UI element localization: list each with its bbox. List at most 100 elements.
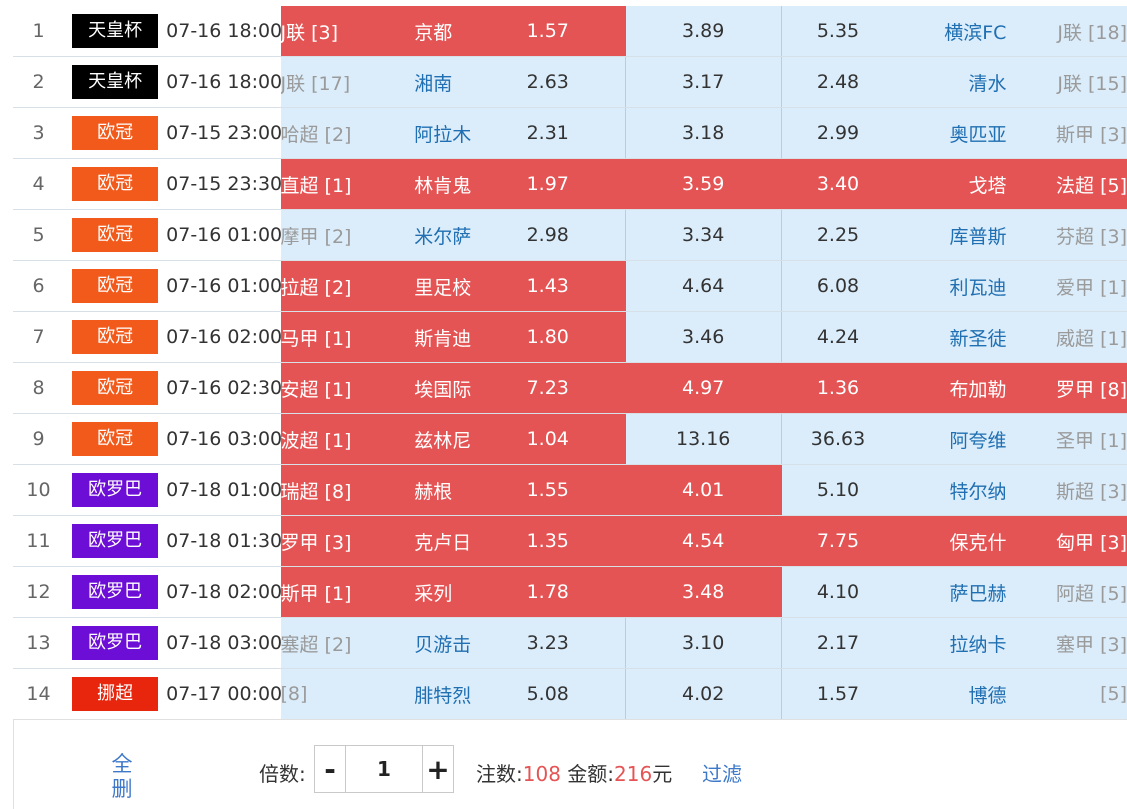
league-cell: 欧冠 (64, 260, 167, 312)
league-cell: 欧罗巴 (64, 566, 167, 618)
home-rank: J联 [17] (280, 56, 415, 108)
match-row: 10 欧罗巴 07-18 01:00 瑞超 [8] 赫根 1.55 4.01 5.10 特尔纳斯… (13, 464, 1127, 516)
win-odds-option[interactable]: 1.80 (526, 311, 626, 363)
draw-odds-option[interactable]: 3.46 (625, 311, 782, 363)
league-cell: 欧冠 (64, 209, 167, 261)
match-row: 14 挪超 07-17 00:00 [8] 腓特烈 5.08 4.02 1.57 博德 [5] (13, 668, 1127, 720)
away-team: 新圣徒 (894, 311, 1007, 363)
win-odds-option[interactable]: 1.97 (526, 158, 626, 210)
draw-odds-option[interactable]: 13.16 (625, 413, 782, 465)
filter-link[interactable]: 过滤 (702, 758, 742, 787)
multiplier-label: 倍数: (259, 762, 306, 786)
amount-label: 金额: (567, 762, 615, 786)
lose-odds-option[interactable]: 3.40 (781, 158, 895, 210)
away-rank: 斯超 [3] (1006, 464, 1127, 516)
away-team: 博德 (894, 668, 1007, 720)
win-odds-option[interactable]: 1.57 (526, 6, 626, 57)
decrease-button[interactable]: - (315, 746, 346, 792)
win-odds-option[interactable]: 5.08 (526, 668, 626, 720)
league-badge: 欧罗巴 (72, 575, 159, 609)
win-odds-option[interactable]: 1.43 (526, 260, 626, 312)
draw-odds-option[interactable]: 4.01 (625, 464, 782, 516)
match-row: 2 天皇杯 07-16 18:00 J联 [17] 湘南 2.63 3.17 2.48 清水 J联… (13, 56, 1127, 108)
away-rank: 威超 [1] (1006, 311, 1127, 363)
home-team: 采列 (414, 566, 527, 618)
lose-odds-option[interactable]: 2.99 (781, 107, 895, 159)
lose-odds-option[interactable]: 1.36 (781, 362, 895, 414)
draw-odds-option[interactable]: 3.18 (625, 107, 782, 159)
match-time: 07-16 01:00 (166, 260, 281, 312)
win-odds-option[interactable]: 3.23 (526, 617, 626, 669)
lose-odds-option[interactable]: 2.48 (781, 56, 895, 108)
away-rank: 塞甲 [3] (1006, 617, 1127, 669)
draw-odds-option[interactable]: 4.97 (625, 362, 782, 414)
draw-odds-option[interactable]: 4.64 (625, 260, 782, 312)
match-time: 07-17 00:00 (166, 668, 281, 720)
lose-odds-option[interactable]: 5.10 (781, 464, 895, 516)
home-rank: 斯甲 [1] (280, 566, 415, 618)
row-index: 6 (13, 260, 65, 312)
lose-odds-option[interactable]: 4.10 (781, 566, 895, 618)
match-row: 6 欧冠 07-16 01:00 拉超 [2] 里足校 1.43 4.64 6.08 利瓦迪 爱甲… (13, 260, 1127, 312)
away-rank: 阿超 [5] (1006, 566, 1127, 618)
home-rank: 波超 [1] (280, 413, 415, 465)
draw-odds-option[interactable]: 3.48 (625, 566, 782, 618)
draw-odds-option[interactable]: 3.89 (625, 6, 782, 57)
lose-odds-option[interactable]: 1.57 (781, 668, 895, 720)
home-team: 兹林尼 (414, 413, 527, 465)
league-badge: 欧罗巴 (72, 473, 159, 507)
home-rank: 瑞超 [8] (280, 464, 415, 516)
win-odds-option[interactable]: 1.55 (526, 464, 626, 516)
lose-odds-option[interactable]: 4.24 (781, 311, 895, 363)
row-index: 10 (13, 464, 65, 516)
lose-odds-option[interactable]: 6.08 (781, 260, 895, 312)
win-odds-option[interactable]: 2.31 (526, 107, 626, 159)
home-rank: 哈超 [2] (280, 107, 415, 159)
draw-odds-option[interactable]: 3.34 (625, 209, 782, 261)
match-time: 07-16 02:30 (166, 362, 281, 414)
lose-odds-option[interactable]: 2.25 (781, 209, 895, 261)
win-odds-option[interactable]: 2.98 (526, 209, 626, 261)
row-index: 14 (13, 668, 65, 720)
row-index: 9 (13, 413, 65, 465)
lose-odds-option[interactable]: 2.17 (781, 617, 895, 669)
away-rank: 爱甲 [1] (1006, 260, 1127, 312)
away-rank: 匈甲 [3] (1006, 515, 1127, 567)
home-team: 林肯鬼 (414, 158, 527, 210)
lose-odds-option[interactable]: 7.75 (781, 515, 895, 567)
match-time: 07-18 02:00 (166, 566, 281, 618)
win-odds-option[interactable]: 1.35 (526, 515, 626, 567)
win-odds-option[interactable]: 2.63 (526, 56, 626, 108)
win-odds-option[interactable]: 1.04 (526, 413, 626, 465)
win-odds-option[interactable]: 1.78 (526, 566, 626, 618)
draw-odds-option[interactable]: 3.17 (625, 56, 782, 108)
match-time: 07-16 03:00 (166, 413, 281, 465)
away-rank: 圣甲 [1] (1006, 413, 1127, 465)
league-badge: 欧冠 (72, 269, 159, 303)
draw-odds-option[interactable]: 3.10 (625, 617, 782, 669)
league-cell: 欧罗巴 (64, 464, 167, 516)
home-team: 赫根 (414, 464, 527, 516)
home-team: 湘南 (414, 56, 527, 108)
draw-odds-option[interactable]: 4.54 (625, 515, 782, 567)
match-row: 9 欧冠 07-16 03:00 波超 [1] 兹林尼 1.04 13.16 36.63 阿夸维… (13, 413, 1127, 465)
home-team: 腓特烈 (414, 668, 527, 720)
bet-summary: 注数:108 金额:216元 (476, 758, 672, 787)
draw-odds-option[interactable]: 4.02 (625, 668, 782, 720)
league-badge: 挪超 (72, 677, 159, 711)
home-rank: 罗甲 [3] (280, 515, 415, 567)
win-odds-option[interactable]: 7.23 (526, 362, 626, 414)
league-badge: 天皇杯 (72, 65, 159, 99)
multiplier-input[interactable]: 1 (346, 746, 422, 792)
match-row: 5 欧冠 07-16 01:00 摩甲 [2] 米尔萨 2.98 3.34 2.25 库普斯 芬超… (13, 209, 1127, 261)
league-badge: 欧冠 (72, 218, 159, 252)
away-rank: 芬超 [3] (1006, 209, 1127, 261)
league-cell: 天皇杯 (64, 56, 167, 108)
draw-odds-option[interactable]: 3.59 (625, 158, 782, 210)
league-badge: 欧冠 (72, 167, 159, 201)
lose-odds-option[interactable]: 5.35 (781, 6, 895, 57)
increase-button[interactable]: + (422, 746, 453, 792)
clear-all-button[interactable]: 全删 (110, 752, 134, 802)
lose-odds-option[interactable]: 36.63 (781, 413, 895, 465)
away-team: 拉纳卡 (894, 617, 1007, 669)
